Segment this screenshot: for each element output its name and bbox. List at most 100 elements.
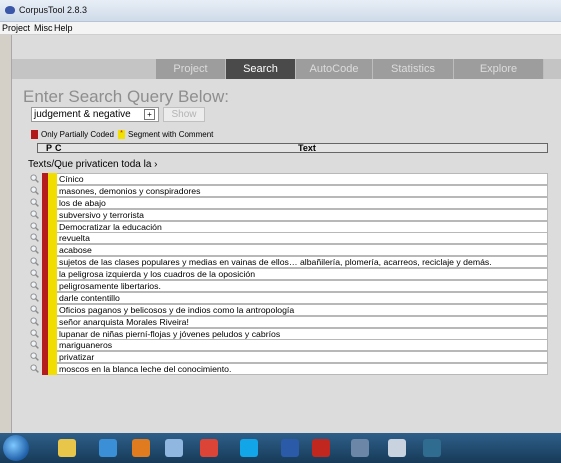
magnifier-icon[interactable] (30, 269, 39, 279)
result-text[interactable]: privatizar (57, 351, 548, 364)
table-row[interactable]: privatizar (28, 351, 548, 364)
magnifier-icon[interactable] (30, 364, 39, 374)
taskbar-corpustool-button[interactable] (343, 436, 377, 460)
taskbar-file-explorer-button[interactable] (50, 436, 84, 460)
tab-statistics[interactable]: Statistics (373, 59, 454, 79)
internet-explorer-icon (99, 439, 117, 457)
paint-icon (165, 439, 183, 457)
comment-marker (48, 339, 57, 352)
table-row[interactable]: subversivo y terrorista (28, 208, 548, 221)
taskbar-media-player-button[interactable] (124, 436, 158, 460)
comment-marker (48, 256, 57, 269)
menu-project[interactable]: Project (2, 23, 30, 33)
tab-search[interactable]: Search (226, 59, 296, 79)
comment-marker (48, 291, 57, 304)
magnifier-icon[interactable] (30, 198, 39, 207)
magnifier-icon[interactable] (30, 174, 39, 183)
table-row[interactable]: mariguaneros (28, 339, 548, 352)
magnifier-icon[interactable] (30, 305, 39, 314)
tab-project[interactable]: Project (156, 59, 226, 79)
magnifier-icon[interactable] (30, 233, 39, 243)
table-row[interactable]: los de abajo (28, 196, 548, 209)
table-row[interactable]: Democratizar la educación (28, 220, 548, 233)
taskbar-document-button[interactable] (380, 436, 414, 460)
magnifier-icon[interactable] (30, 340, 39, 350)
table-row[interactable]: revuelta (28, 232, 548, 245)
table-row[interactable]: peligrosamente libertarios. (28, 280, 548, 293)
skype-icon (240, 439, 258, 457)
results-list: Cínico masones, demonios y conspiradores l… (28, 173, 548, 376)
taskbar-word-button[interactable] (273, 436, 307, 460)
magnifier-icon[interactable] (30, 352, 39, 362)
python-icon (423, 439, 441, 457)
result-text[interactable]: masones, demonios y conspiradores (57, 184, 548, 197)
acrobat-icon (312, 439, 330, 457)
table-row[interactable]: acabose (28, 244, 548, 257)
comment-marker (48, 232, 57, 245)
file-explorer-icon (58, 439, 76, 457)
search-heading: Enter Search Query Below: (23, 87, 229, 106)
table-row[interactable]: masones, demonios y conspiradores (28, 184, 548, 197)
tab-explore[interactable]: Explore (454, 59, 544, 79)
column-c-header: C (55, 143, 62, 153)
table-row[interactable]: señor anarquista Morales Riveira! (28, 315, 548, 328)
magnifier-icon[interactable] (30, 186, 39, 195)
result-text[interactable]: señor anarquista Morales Riveira! (57, 315, 548, 328)
magnifier-icon[interactable] (30, 257, 39, 267)
show-button[interactable]: Show (163, 107, 205, 122)
partial-coded-label: Only Partially Coded (41, 130, 114, 139)
taskbar (0, 433, 561, 463)
comment-marker (48, 184, 57, 197)
comment-marker (48, 363, 57, 376)
main-panel: Project Search AutoCode Statistics Explo… (11, 35, 561, 460)
app-icon (5, 6, 15, 14)
taskbar-acrobat-button[interactable] (304, 436, 338, 460)
result-text[interactable]: Oficios paganos y belicosos y de indios … (57, 303, 548, 316)
taskbar-skype-button[interactable] (232, 436, 266, 460)
table-row[interactable]: la peligrosa izquierda y los cuadros de … (28, 268, 548, 281)
menu-bar: Project Misc Help (0, 22, 561, 35)
table-row[interactable]: lupanar de niñas pierní-flojas y jóvenes… (28, 327, 548, 340)
result-text[interactable]: mariguaneros (57, 339, 548, 352)
comment-marker (48, 173, 57, 185)
magnifier-icon[interactable] (30, 222, 39, 231)
result-text[interactable]: sujetos de las clases populares y medias… (57, 256, 548, 269)
menu-misc[interactable]: Misc (34, 23, 53, 33)
result-text[interactable]: revuelta (57, 232, 548, 245)
result-text[interactable]: peligrosamente libertarios. (57, 280, 548, 293)
magnifier-icon[interactable] (30, 293, 39, 302)
result-text[interactable]: subversivo y terrorista (57, 208, 548, 221)
tab-autocode[interactable]: AutoCode (296, 59, 373, 79)
taskbar-python-button[interactable] (415, 436, 449, 460)
magnifier-icon[interactable] (30, 317, 39, 326)
table-row[interactable]: moscos en la blanca leche del conocimien… (28, 363, 548, 376)
comment-marker (48, 351, 57, 364)
result-text[interactable]: acabose (57, 244, 548, 257)
result-text[interactable]: los de abajo (57, 196, 548, 209)
magnifier-icon[interactable] (30, 281, 39, 290)
table-row[interactable]: darle contentillo (28, 291, 548, 304)
result-text[interactable]: Democratizar la educación (57, 220, 548, 233)
search-query-input[interactable]: judgement & negative + (31, 107, 159, 122)
magnifier-icon[interactable] (30, 210, 39, 219)
comment-marker (48, 327, 57, 340)
table-row[interactable]: Cínico (28, 173, 548, 185)
menu-help[interactable]: Help (54, 23, 73, 33)
query-dropdown-button[interactable]: + (144, 109, 155, 120)
magnifier-icon[interactable] (30, 329, 39, 338)
taskbar-internet-explorer-button[interactable] (91, 436, 125, 460)
result-text[interactable]: Cínico (57, 173, 548, 185)
magnifier-icon[interactable] (30, 245, 39, 255)
result-text[interactable]: lupanar de niñas pierní-flojas y jóvenes… (57, 327, 548, 340)
results-header: P C Text (37, 143, 548, 153)
table-row[interactable]: Oficios paganos y belicosos y de indios … (28, 303, 548, 316)
taskbar-paint-button[interactable] (157, 436, 191, 460)
result-text[interactable]: moscos en la blanca leche del conocimien… (57, 363, 548, 376)
taskbar-chrome-button[interactable] (192, 436, 226, 460)
result-text[interactable]: la peligrosa izquierda y los cuadros de … (57, 268, 548, 281)
start-button[interactable] (3, 435, 29, 461)
result-text[interactable]: darle contentillo (57, 291, 548, 304)
comment-marker (48, 268, 57, 281)
table-row[interactable]: sujetos de las clases populares y medias… (28, 256, 548, 269)
comment-marker (48, 208, 57, 221)
